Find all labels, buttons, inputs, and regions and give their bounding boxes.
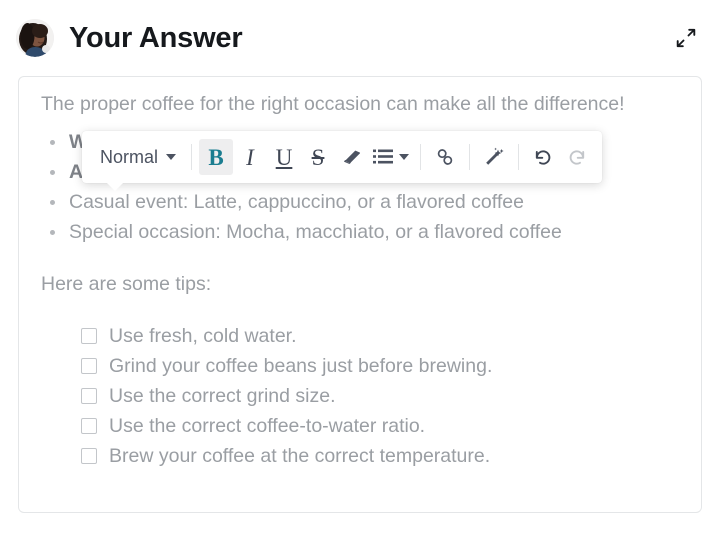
clear-formatting-button[interactable] [335, 139, 369, 175]
intro-paragraph: The proper coffee for the right occasion… [41, 93, 625, 115]
chevron-down-icon [166, 154, 177, 160]
list-button[interactable] [369, 139, 413, 175]
bulleted-list-icon [373, 149, 394, 164]
list-item: Use the correct coffee-to-water ratio. [81, 411, 679, 441]
list-item: Grind your coffee beans just before brew… [81, 351, 679, 381]
bold-button[interactable]: B [199, 139, 234, 175]
checklist-label: Use the correct coffee-to-water ratio. [109, 415, 426, 437]
toolbar-separator [191, 144, 193, 170]
text-style-dropdown[interactable]: Normal [90, 139, 184, 175]
tips-heading: Here are some tips: [41, 273, 212, 295]
toolbar-separator [420, 144, 422, 170]
undo-icon [535, 150, 551, 165]
checklist-label: Grind your coffee beans just before brew… [109, 355, 493, 377]
list-item: Casual event: Latte, cappuccino, or a fl… [41, 187, 679, 217]
redo-button[interactable] [560, 139, 594, 175]
chevron-down-icon [399, 154, 410, 160]
checklist-label: Use fresh, cold water. [109, 325, 297, 347]
checklist-label: Use the correct grind size. [109, 385, 336, 407]
expand-diagonal-icon [676, 28, 696, 48]
tips-checklist: Use fresh, cold water. Grind your coffee… [41, 321, 679, 471]
checkbox[interactable] [81, 448, 97, 464]
link-chain-icon [437, 149, 453, 165]
checkbox[interactable] [81, 418, 97, 434]
bullet-text: Casual event: Latte, cappuccino, or a fl… [69, 191, 524, 213]
checkbox[interactable] [81, 358, 97, 374]
toolbar-separator [469, 144, 471, 170]
insert-link-button[interactable] [428, 139, 462, 175]
text-style-label: Normal [100, 146, 159, 167]
checklist-label: Brew your coffee at the correct temperat… [109, 445, 491, 467]
toolbar-separator [518, 144, 520, 170]
list-item: Use fresh, cold water. [81, 321, 679, 351]
bullet-text: Special occasion: Mocha, macchiato, or a… [69, 221, 562, 243]
underline-button[interactable]: U [267, 139, 301, 175]
italic-icon: I [246, 144, 254, 170]
card-header: Your Answer [0, 0, 719, 76]
magic-wand-icon [486, 147, 504, 165]
redo-icon [569, 150, 585, 165]
eraser-clear-format-icon [344, 150, 361, 164]
formatting-toolbar[interactable]: Normal B I U S [82, 131, 603, 191]
strikethrough-icon: S [311, 144, 325, 170]
list-item: Brew your coffee at the correct temperat… [81, 441, 679, 471]
bold-icon: B [208, 144, 224, 170]
expand-button[interactable] [671, 23, 701, 53]
page-title: Your Answer [69, 21, 243, 54]
ai-magic-button[interactable] [477, 139, 511, 175]
checkbox[interactable] [81, 388, 97, 404]
italic-button[interactable]: I [233, 139, 267, 175]
undo-button[interactable] [526, 139, 560, 175]
strikethrough-button[interactable]: S [301, 139, 335, 175]
list-item: Special occasion: Mocha, macchiato, or a… [41, 217, 679, 247]
checkbox[interactable] [81, 328, 97, 344]
list-item: Use the correct grind size. [81, 381, 679, 411]
avatar [16, 19, 54, 57]
underline-icon: U [275, 144, 293, 170]
avatar-image [16, 19, 54, 57]
